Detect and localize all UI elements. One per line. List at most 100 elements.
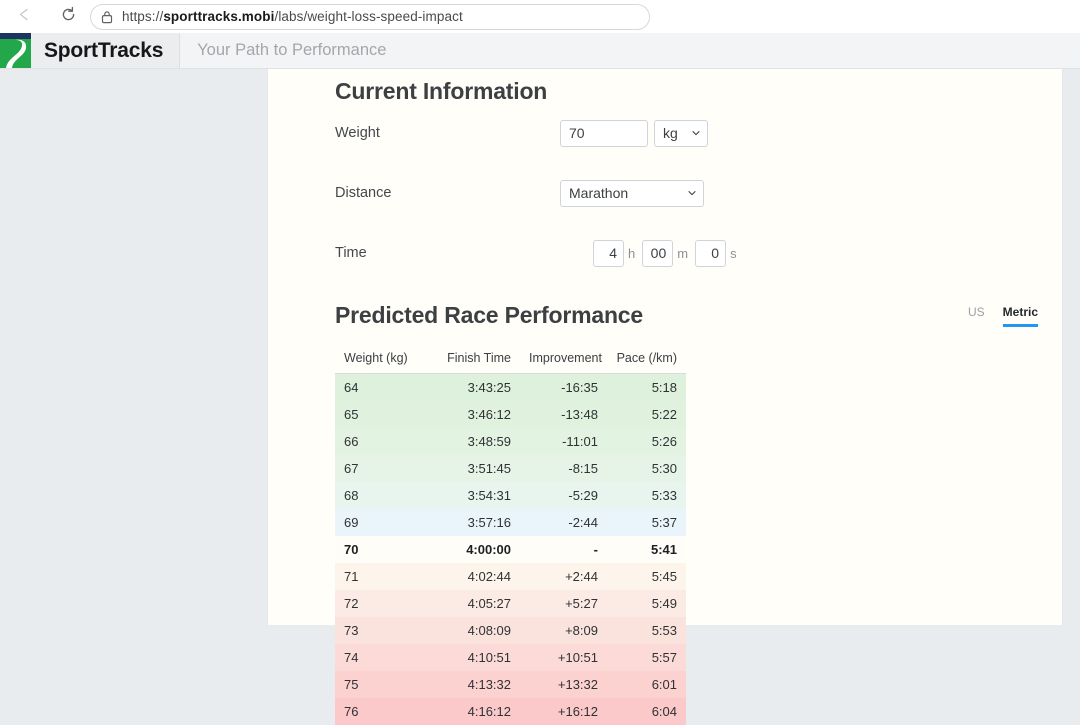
row-improvement: -13:48 [520, 401, 607, 428]
weight-unit-value: kg [663, 125, 678, 141]
distance-row: Distance Marathon [335, 178, 1062, 208]
row-pace: 5:37 [607, 509, 686, 536]
current-information-title: Current Information [335, 69, 1062, 105]
row-weight: 65 [335, 401, 427, 428]
row-weight: 68 [335, 482, 427, 509]
row-pace: 5:49 [607, 590, 686, 617]
sporttracks-logo-icon[interactable] [0, 33, 31, 68]
row-improvement: -11:01 [520, 428, 607, 455]
current-information-form: Weight 70 kg Distance Marathon [335, 118, 1062, 268]
site-header: SportTracks Your Path to Performance [0, 33, 1080, 69]
column-header-improvement: Improvement [520, 345, 607, 374]
tab-metric[interactable]: Metric [1003, 305, 1038, 327]
row-pace: 5:57 [607, 644, 686, 671]
row-improvement: +8:09 [520, 617, 607, 644]
address-bar[interactable]: https://sporttracks.mobi/labs/weight-los… [90, 4, 650, 30]
time-label: Time [335, 245, 560, 261]
row-finish-time: 3:57:16 [427, 509, 520, 536]
row-pace: 5:22 [607, 401, 686, 428]
row-weight: 69 [335, 509, 427, 536]
row-finish-time: 3:48:59 [427, 428, 520, 455]
row-finish-time: 4:00:00 [427, 536, 520, 563]
predicted-header: Predicted Race Performance US Metric [335, 302, 1062, 329]
distance-select[interactable]: Marathon [560, 180, 704, 207]
hours-unit-label: h [624, 246, 642, 261]
table-row: 653:46:12-13:485:22 [335, 401, 686, 428]
row-improvement: +10:51 [520, 644, 607, 671]
row-weight: 75 [335, 671, 427, 698]
row-finish-time: 4:16:12 [427, 698, 520, 725]
row-weight: 70 [335, 536, 427, 563]
url-text: https://sporttracks.mobi/labs/weight-los… [122, 9, 463, 24]
minutes-unit-label: m [673, 246, 695, 261]
weight-row: Weight 70 kg [335, 118, 1062, 148]
lock-icon [101, 10, 113, 24]
reload-button[interactable] [52, 1, 84, 33]
table-row: 673:51:45-8:155:30 [335, 455, 686, 482]
row-improvement: - [520, 536, 607, 563]
content-panel: Current Information Weight 70 kg Distanc… [267, 69, 1063, 625]
table-row: 754:13:32+13:326:01 [335, 671, 686, 698]
back-button[interactable] [8, 1, 40, 33]
unit-system-tabs: US Metric [968, 305, 1038, 329]
row-finish-time: 4:10:51 [427, 644, 520, 671]
browser-toolbar: https://sporttracks.mobi/labs/weight-los… [0, 0, 1080, 33]
back-arrow-icon [16, 6, 33, 28]
row-finish-time: 3:54:31 [427, 482, 520, 509]
brand-name[interactable]: SportTracks [31, 33, 180, 68]
row-improvement: +5:27 [520, 590, 607, 617]
tab-us[interactable]: US [968, 305, 985, 327]
row-finish-time: 4:02:44 [427, 563, 520, 590]
time-minutes-input[interactable]: 00 [642, 240, 673, 267]
row-finish-time: 4:08:09 [427, 617, 520, 644]
page-background: Current Information Weight 70 kg Distanc… [0, 69, 1080, 625]
chevron-down-icon [692, 129, 700, 137]
site-tagline: Your Path to Performance [180, 33, 386, 68]
table-row: 714:02:44+2:445:45 [335, 563, 686, 590]
row-weight: 71 [335, 563, 427, 590]
row-improvement: +16:12 [520, 698, 607, 725]
row-improvement: -5:29 [520, 482, 607, 509]
row-finish-time: 3:46:12 [427, 401, 520, 428]
row-pace: 5:41 [607, 536, 686, 563]
row-pace: 5:30 [607, 455, 686, 482]
chevron-down-icon [688, 189, 696, 197]
row-finish-time: 4:13:32 [427, 671, 520, 698]
row-finish-time: 3:51:45 [427, 455, 520, 482]
time-row: Time 4 h 00 m 0 s [335, 238, 1062, 268]
row-improvement: +2:44 [520, 563, 607, 590]
row-weight: 73 [335, 617, 427, 644]
row-pace: 6:04 [607, 698, 686, 725]
table-row: 683:54:31-5:295:33 [335, 482, 686, 509]
row-improvement: +13:32 [520, 671, 607, 698]
distance-value: Marathon [569, 185, 628, 201]
column-header-finish-time: Finish Time [427, 345, 520, 374]
row-pace: 5:18 [607, 374, 686, 402]
column-header-weight: Weight (kg) [335, 345, 427, 374]
row-weight: 64 [335, 374, 427, 402]
row-finish-time: 3:43:25 [427, 374, 520, 402]
distance-label: Distance [335, 185, 560, 201]
table-row: 764:16:12+16:126:04 [335, 698, 686, 725]
table-row: 734:08:09+8:095:53 [335, 617, 686, 644]
time-seconds-input[interactable]: 0 [695, 240, 726, 267]
weight-input[interactable]: 70 [560, 120, 648, 147]
table-row: 643:43:25-16:355:18 [335, 374, 686, 402]
row-weight: 67 [335, 455, 427, 482]
row-weight: 72 [335, 590, 427, 617]
weight-label: Weight [335, 125, 560, 141]
table-row: 744:10:51+10:515:57 [335, 644, 686, 671]
weight-unit-select[interactable]: kg [654, 120, 708, 147]
table-row: 693:57:16-2:445:37 [335, 509, 686, 536]
predicted-race-table: Weight (kg) Finish Time Improvement Pace… [335, 345, 686, 725]
row-pace: 6:01 [607, 671, 686, 698]
row-pace: 5:45 [607, 563, 686, 590]
predicted-title: Predicted Race Performance [335, 302, 968, 329]
row-finish-time: 4:05:27 [427, 590, 520, 617]
time-hours-input[interactable]: 4 [593, 240, 624, 267]
row-weight: 76 [335, 698, 427, 725]
row-improvement: -16:35 [520, 374, 607, 402]
seconds-unit-label: s [726, 246, 744, 261]
row-improvement: -2:44 [520, 509, 607, 536]
table-row: 724:05:27+5:275:49 [335, 590, 686, 617]
